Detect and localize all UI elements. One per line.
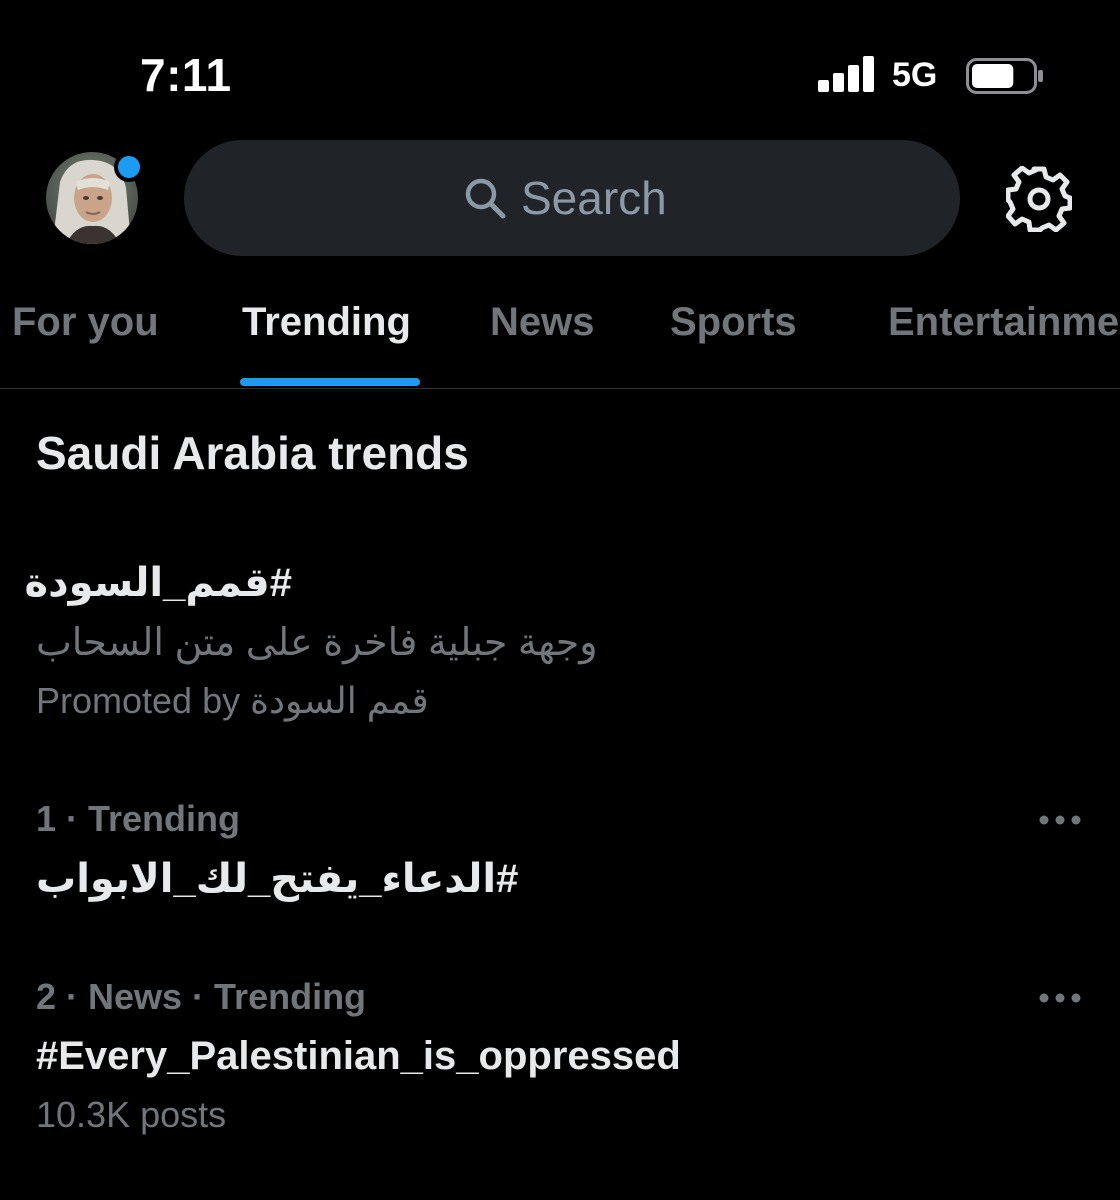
tab-for-you[interactable]: For you: [12, 300, 159, 345]
promoted-by-line: Promoted by قمم السودة: [36, 680, 429, 722]
tab-trending[interactable]: Trending: [242, 300, 411, 345]
trend-name: #Every_Palestinian_is_oppressed: [36, 1034, 681, 1078]
trend-post-count: 10.3K posts: [36, 1094, 227, 1135]
tab-entertainment[interactable]: Entertainment: [888, 300, 1120, 345]
active-tab-indicator: [240, 378, 420, 386]
explore-tabs: For you Trending News Sports Entertainme…: [0, 290, 1120, 388]
gear-icon[interactable]: [1006, 166, 1072, 232]
search-input[interactable]: [521, 171, 681, 225]
promoted-trend-description: وجهة جبلية فاخرة على متن السحاب: [36, 622, 598, 664]
trend-meta: 1 · Trending: [36, 798, 241, 839]
network-label: 5G: [892, 56, 938, 94]
trend-item[interactable]: 2 · News · Trending #Every_Palestinian_i…: [0, 976, 1120, 1146]
promoted-by-prefix: Promoted by: [36, 680, 241, 721]
trend-name: #الدعاء_يفتح_لك_الابواب: [36, 857, 519, 901]
signal-icon: [818, 56, 876, 92]
battery-icon: [966, 58, 1043, 94]
search-bar[interactable]: [184, 140, 960, 256]
search-icon: [465, 178, 506, 219]
status-time: 7:11: [140, 49, 232, 101]
promoted-trend-title: #قمم_السودة: [24, 561, 292, 605]
promoted-trend[interactable]: #قمم_السودة وجهة جبلية فاخرة على متن الس…: [0, 560, 1120, 730]
tab-sports[interactable]: Sports: [670, 300, 797, 345]
more-icon[interactable]: [1036, 990, 1084, 1006]
tab-news[interactable]: News: [490, 300, 595, 345]
trend-meta: 2 · News · Trending: [36, 976, 367, 1017]
promoted-by-name: قمم السودة: [250, 680, 429, 721]
notification-dot: [114, 152, 144, 182]
trend-item[interactable]: 1 · Trending #الدعاء_يفتح_لك_الابواب: [0, 798, 1120, 918]
section-title: Saudi Arabia trends: [36, 427, 469, 479]
more-icon[interactable]: [1036, 812, 1084, 828]
status-bar: 7:11 5G: [0, 0, 1120, 140]
tabs-divider: [0, 388, 1120, 389]
